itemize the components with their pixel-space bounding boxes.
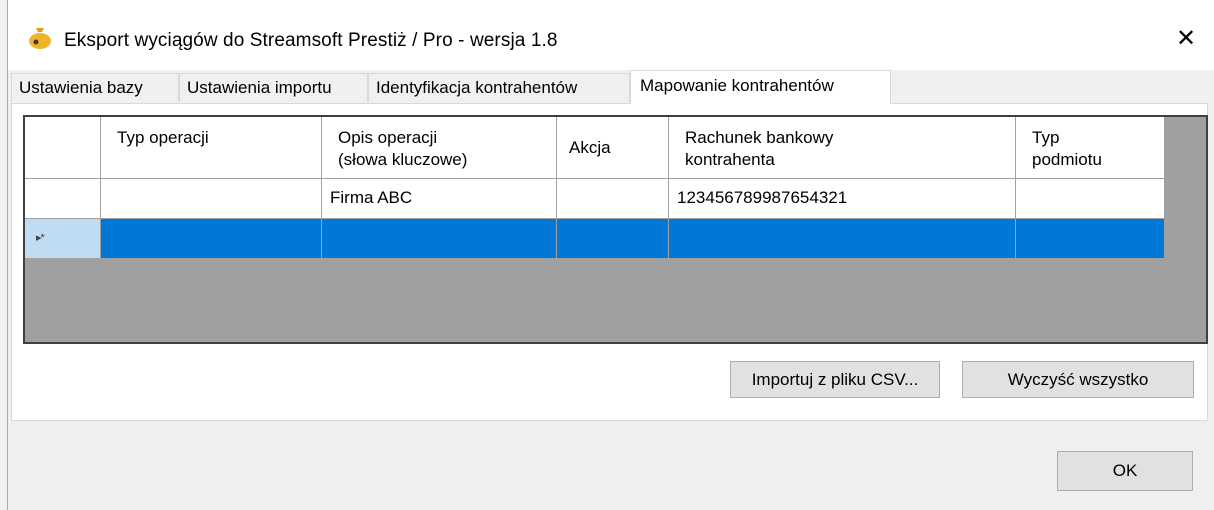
tab-ustawienia-importu[interactable]: Ustawienia importu: [179, 73, 368, 102]
column-header-label: Opis operacji: [338, 128, 438, 147]
window-title: Eksport wyciągów do Streamsoft Prestiż /…: [64, 30, 558, 51]
new-row-marker-icon: ▸*: [36, 232, 45, 244]
new-cell-typ-operacji[interactable]: [101, 219, 322, 259]
column-header-akcja[interactable]: Akcja: [557, 117, 669, 179]
new-cell-rachunek[interactable]: [669, 219, 1016, 259]
cell-akcja[interactable]: [557, 179, 669, 219]
column-header-label: Typ: [1032, 128, 1060, 147]
clear-all-button[interactable]: Wyczyść wszystko: [962, 361, 1194, 398]
money-bag-icon: [27, 24, 53, 50]
tab-ustawienia-bazy[interactable]: Ustawienia bazy: [11, 73, 179, 102]
tab-mapowanie-kontrahentow[interactable]: Mapowanie kontrahentów: [630, 70, 891, 104]
table-row[interactable]: Firma ABC 123456789987654321: [25, 179, 1165, 219]
new-cell-typ-podmiotu[interactable]: [1016, 219, 1165, 259]
grid-header-row: Typ operacji Opis operacji (słowa kluczo…: [25, 117, 1165, 179]
dialog-window: Eksport wyciągów do Streamsoft Prestiż /…: [7, 0, 1214, 510]
column-header-label: Akcja: [569, 138, 611, 157]
import-csv-button[interactable]: Importuj z pliku CSV...: [730, 361, 940, 398]
column-header-label: Typ operacji: [117, 128, 209, 147]
cell-typ-podmiotu[interactable]: [1016, 179, 1165, 219]
row-header-corner: [25, 117, 101, 179]
column-header-opis-operacji[interactable]: Opis operacji (słowa kluczowe): [322, 117, 557, 179]
title-bar: Eksport wyciągów do Streamsoft Prestiż /…: [8, 0, 1214, 70]
cell-typ-operacji[interactable]: [101, 179, 322, 219]
column-header-label: (słowa kluczowe): [338, 150, 468, 169]
tab-strip: Ustawienia bazy Ustawienia importu Ident…: [8, 70, 1214, 104]
close-button[interactable]: ✕: [1166, 18, 1206, 58]
cell-rachunek[interactable]: 123456789987654321: [669, 179, 1016, 219]
ok-button[interactable]: OK: [1057, 451, 1193, 491]
column-header-label: podmiotu: [1032, 150, 1102, 169]
new-row[interactable]: ▸*: [25, 219, 1165, 259]
new-cell-akcja[interactable]: [557, 219, 669, 259]
row-header[interactable]: [25, 179, 101, 219]
column-header-label: Rachunek bankowy: [685, 128, 834, 147]
new-cell-opis-operacji[interactable]: [322, 219, 557, 259]
tab-identyfikacja-kontrahentow[interactable]: Identyfikacja kontrahentów: [368, 73, 630, 102]
column-header-typ-podmiotu[interactable]: Typ podmiotu: [1016, 117, 1165, 179]
close-icon: ✕: [1175, 24, 1197, 52]
mapping-grid[interactable]: Typ operacji Opis operacji (słowa kluczo…: [23, 115, 1208, 344]
column-header-rachunek[interactable]: Rachunek bankowy kontrahenta: [669, 117, 1016, 179]
column-header-typ-operacji[interactable]: Typ operacji: [101, 117, 322, 179]
new-row-header[interactable]: ▸*: [25, 219, 101, 259]
cell-opis-operacji[interactable]: Firma ABC: [322, 179, 557, 219]
column-header-label: kontrahenta: [685, 150, 775, 169]
